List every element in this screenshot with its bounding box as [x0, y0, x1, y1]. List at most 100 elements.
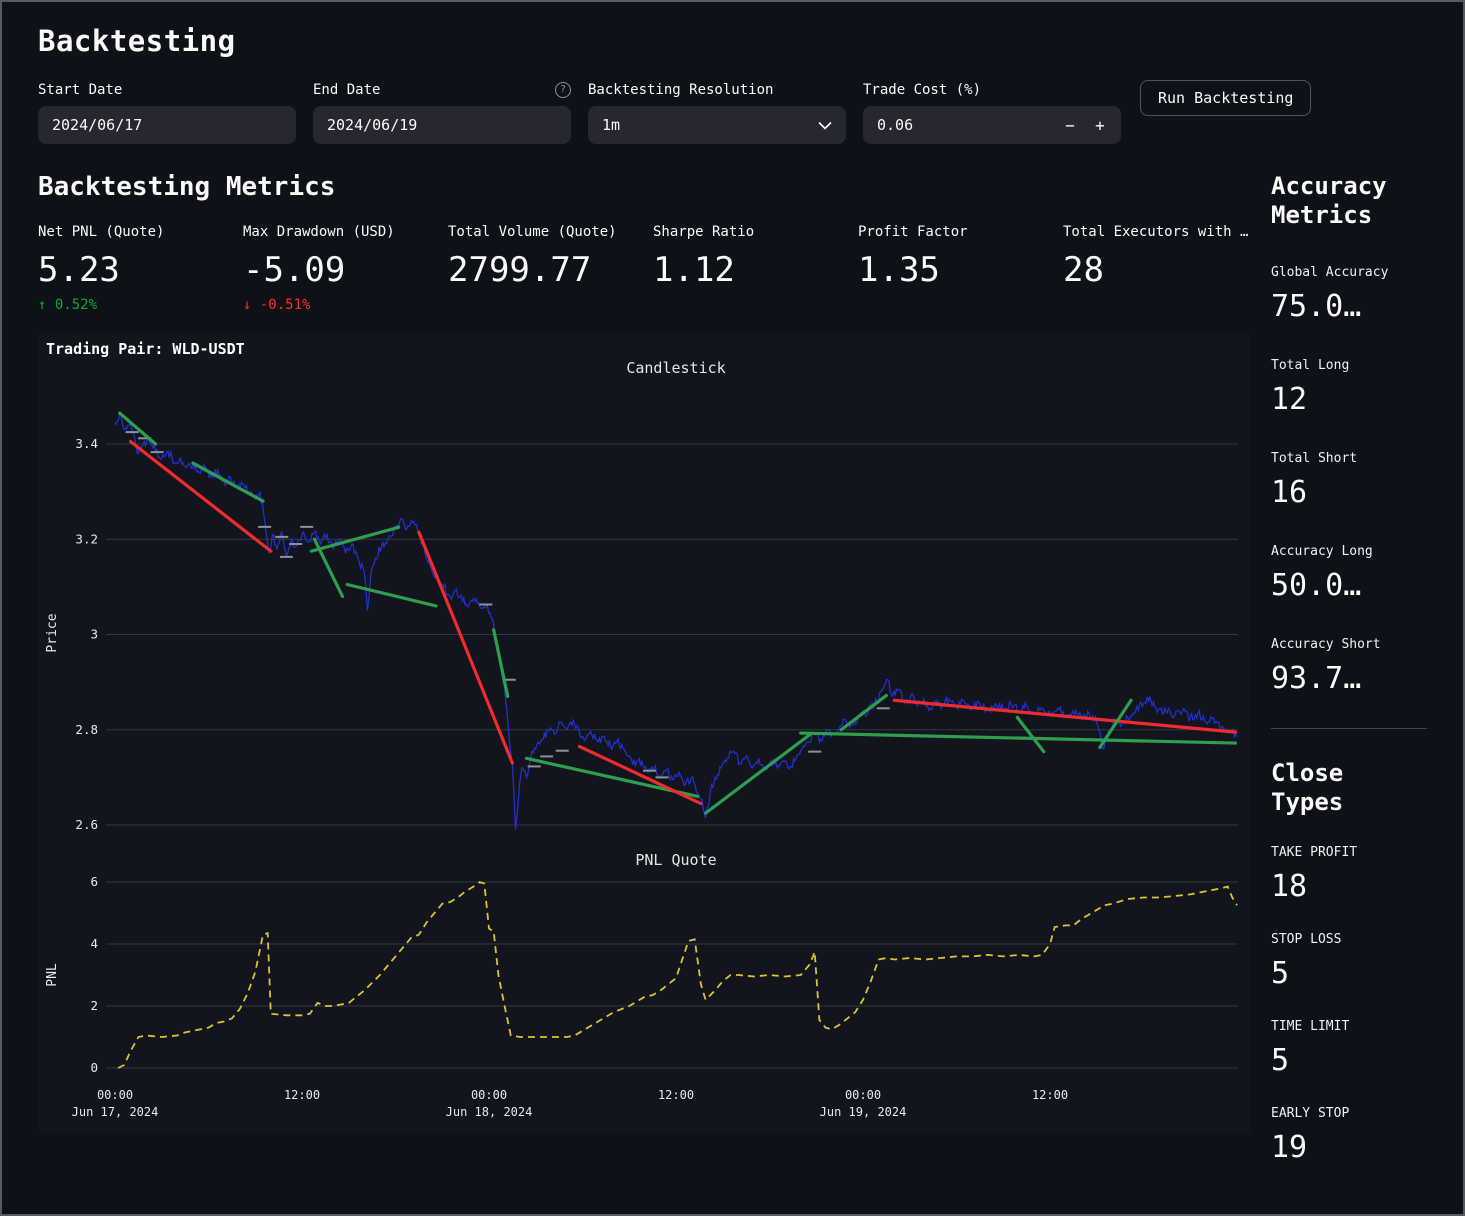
- end-date-input[interactable]: [313, 106, 571, 144]
- x-tick-label: 12:00: [1032, 1088, 1068, 1102]
- x-date-label: Jun 18, 2024: [446, 1105, 533, 1119]
- metric-value: 1.35: [858, 250, 1063, 290]
- metric-label: Total Volume (Quote): [448, 224, 653, 240]
- executor-trend-line: [347, 584, 436, 605]
- pnl-tick-label: 6: [90, 874, 98, 889]
- x-tick-label: 00:00: [97, 1088, 133, 1102]
- price-tick-label: 2.8: [75, 722, 98, 737]
- metric-label: Profit Factor: [858, 224, 1063, 240]
- x-tick-label: 12:00: [284, 1088, 320, 1102]
- total-long-item: Total Long 12: [1271, 358, 1427, 417]
- price-tick-label: 3: [90, 627, 98, 642]
- executor-trend-line: [1017, 717, 1043, 751]
- close-types-heading: Close Types: [1271, 759, 1411, 818]
- page-title: Backtesting: [38, 24, 1427, 58]
- side-value: 16: [1271, 475, 1427, 510]
- metric-total-volume: Total Volume (Quote) 2799.77: [448, 224, 653, 313]
- metric-value: 2799.77: [448, 250, 653, 290]
- total-short-item: Total Short 16: [1271, 451, 1427, 510]
- metric-sharpe-ratio: Sharpe Ratio 1.12: [653, 224, 858, 313]
- trade-cost-increment-button[interactable]: +: [1085, 106, 1115, 144]
- accuracy-short-item: Accuracy Short 93.7…: [1271, 637, 1427, 696]
- metric-max-drawdown: Max Drawdown (USD) -5.09 ↓ -0.51%: [243, 224, 448, 313]
- resolution-value: 1m: [602, 116, 620, 134]
- accuracy-metrics-heading: Accuracy Metrics: [1271, 172, 1411, 231]
- pnl-tick-label: 2: [90, 998, 98, 1013]
- trading-pair-label: Trading Pair: WLD-USDT: [46, 340, 245, 358]
- global-accuracy-item: Global Accuracy 75.0…: [1271, 265, 1427, 324]
- executor-trend-line: [894, 700, 1235, 732]
- metric-net-pnl: Net PNL (Quote) 5.23 ↑ 0.52%: [38, 224, 243, 313]
- stop-loss-item: STOP LOSS 5: [1271, 932, 1427, 991]
- trade-cost-field: Trade Cost (%) 0.06 − +: [863, 80, 1121, 144]
- pnl-tick-label: 4: [90, 936, 98, 951]
- candlestick-and-pnl-chart[interactable]: Trading Pair: WLD-USDT Candlestick PNL Quo…: [38, 333, 1251, 1133]
- metric-delta-down: ↓ -0.51%: [243, 297, 448, 313]
- end-date-label: End Date: [313, 82, 380, 98]
- executor-trend-line: [801, 733, 1236, 743]
- main-column: Backtesting Metrics Net PNL (Quote) 5.23…: [38, 144, 1251, 1165]
- side-value: 75.0…: [1271, 289, 1427, 324]
- start-date-label: Start Date: [38, 82, 122, 98]
- side-label: STOP LOSS: [1271, 932, 1427, 947]
- side-value: 5: [1271, 956, 1427, 991]
- side-label: Total Long: [1271, 358, 1427, 373]
- trade-cost-input[interactable]: 0.06 − +: [863, 106, 1121, 144]
- executor-trend-line: [131, 442, 271, 552]
- metric-value: 28: [1063, 250, 1251, 290]
- main-row: Backtesting Metrics Net PNL (Quote) 5.23…: [38, 144, 1427, 1165]
- accuracy-sidebar: Accuracy Metrics Global Accuracy 75.0… T…: [1271, 144, 1427, 1165]
- price-series: [115, 413, 1237, 830]
- trade-cost-label: Trade Cost (%): [863, 82, 981, 98]
- executor-trend-line: [706, 735, 810, 814]
- backtesting-page: Backtesting Start Date End Date ? Backte…: [0, 0, 1465, 1216]
- side-label: Total Short: [1271, 451, 1427, 466]
- backtesting-charts-panel[interactable]: Trading Pair: WLD-USDT Candlestick PNL Quo…: [38, 333, 1251, 1133]
- early-stop-item: EARLY STOP 19: [1271, 1106, 1427, 1165]
- controls-row: Start Date End Date ? Backtesting Resolu…: [38, 80, 1427, 144]
- metric-label: Net PNL (Quote): [38, 224, 243, 240]
- side-label: TAKE PROFIT: [1271, 845, 1427, 860]
- side-value: 19: [1271, 1130, 1427, 1165]
- metric-delta-up: ↑ 0.52%: [38, 297, 243, 313]
- trade-cost-decrement-button[interactable]: −: [1055, 106, 1085, 144]
- metric-value: -5.09: [243, 250, 448, 290]
- executor-trend-line: [841, 695, 886, 729]
- x-date-label: Jun 19, 2024: [820, 1105, 907, 1119]
- time-limit-item: TIME LIMIT 5: [1271, 1019, 1427, 1078]
- metric-total-executors: Total Executors with … 28: [1063, 224, 1251, 313]
- side-value: 93.7…: [1271, 661, 1427, 696]
- side-label: Global Accuracy: [1271, 265, 1427, 280]
- side-label: TIME LIMIT: [1271, 1019, 1427, 1034]
- price-tick-label: 2.6: [75, 817, 98, 832]
- metric-value: 5.23: [38, 250, 243, 290]
- side-value: 18: [1271, 869, 1427, 904]
- help-icon: ?: [555, 82, 571, 98]
- side-value: 12: [1271, 382, 1427, 417]
- candlestick-title: Candlestick: [626, 359, 725, 377]
- resolution-label: Backtesting Resolution: [588, 82, 773, 98]
- side-label: Accuracy Short: [1271, 637, 1427, 652]
- sidebar-divider: [1271, 728, 1427, 729]
- pnl-title: PNL Quote: [635, 851, 716, 869]
- metric-value: 1.12: [653, 250, 858, 290]
- x-tick-label: 12:00: [658, 1088, 694, 1102]
- resolution-select[interactable]: 1m: [588, 106, 846, 144]
- start-date-input[interactable]: [38, 106, 296, 144]
- accuracy-long-item: Accuracy Long 50.0…: [1271, 544, 1427, 603]
- executor-trend-line: [494, 630, 508, 697]
- x-tick-label: 00:00: [471, 1088, 507, 1102]
- pnl-axis-title: PNL: [45, 963, 60, 987]
- price-tick-label: 3.2: [75, 531, 98, 546]
- start-date-field: Start Date: [38, 80, 296, 144]
- side-label: EARLY STOP: [1271, 1106, 1427, 1121]
- resolution-field: Backtesting Resolution 1m: [588, 80, 846, 144]
- pnl-tick-label: 0: [90, 1060, 98, 1075]
- trade-cost-value: 0.06: [877, 116, 1055, 134]
- take-profit-item: TAKE PROFIT 18: [1271, 845, 1427, 904]
- x-tick-label: 00:00: [845, 1088, 881, 1102]
- price-axis-title: Price: [45, 613, 60, 652]
- run-backtesting-button[interactable]: Run Backtesting: [1140, 80, 1311, 116]
- metric-label: Max Drawdown (USD): [243, 224, 448, 240]
- metrics-heading: Backtesting Metrics: [38, 172, 1251, 202]
